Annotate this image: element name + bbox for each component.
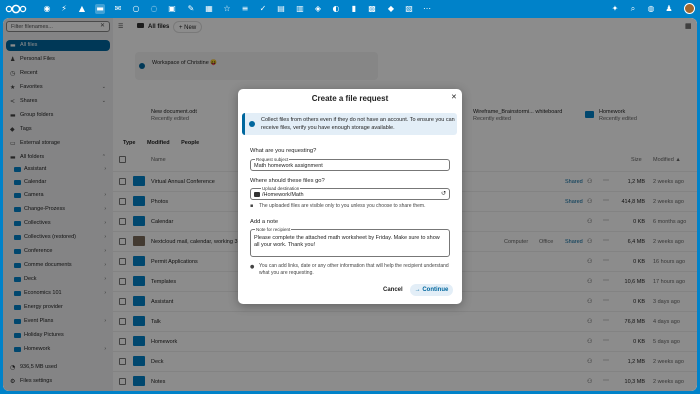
privacy-note: ▪ The uploaded files are visible only to… (250, 203, 426, 209)
upload-destination-label: Upload destination (261, 186, 301, 191)
files-icon[interactable]: ▬ (95, 4, 105, 14)
search-icon[interactable]: ⌕ (628, 4, 638, 14)
request-subject-value[interactable]: Math homework assignment (254, 163, 323, 170)
contacts-icon[interactable]: ▣ (167, 4, 177, 14)
lock-icon: ▪ (250, 203, 254, 209)
bookmarks-icon[interactable]: ▮ (349, 4, 359, 14)
info-box: Collect files from others even if they d… (242, 113, 457, 135)
request-subject-label: Request subject (255, 157, 290, 162)
maps-icon[interactable]: ◈ (313, 4, 323, 14)
cancel-button[interactable]: Cancel (383, 287, 403, 293)
forms-icon[interactable]: ▤ (276, 4, 286, 14)
request-subject-field[interactable]: Request subject Math homework assignment (250, 157, 450, 171)
info-text: Collect files from others even if they d… (261, 117, 455, 131)
question-note: Add a note (250, 219, 279, 225)
folder-icon (254, 192, 260, 197)
news-icon[interactable]: ◐ (331, 4, 341, 14)
star-app-icon[interactable]: ☆ (222, 4, 232, 14)
top-bar: ◉ ⚡ ▲ ▬ ✉ ○ ◌ ▣ ✎ ▦ ☆ ≡ ✓ ▤ ▥ ◈ ◐ ▮ ▩ ◆ … (0, 0, 700, 18)
refresh-icon[interactable]: ↺ (441, 190, 446, 197)
continue-button[interactable]: → Continue (410, 284, 453, 296)
list-icon[interactable]: ≡ (240, 4, 250, 14)
mail-icon[interactable]: ✉ (113, 4, 123, 14)
deck-icon[interactable]: ▥ (295, 4, 305, 14)
info-icon: ● (250, 264, 255, 270)
notes-icon[interactable]: ✎ (186, 4, 196, 14)
dialog-title: Create a file request (311, 94, 389, 103)
collectives-icon[interactable]: ▩ (367, 4, 377, 14)
analytics-icon[interactable]: ▧ (404, 4, 414, 14)
notifications-icon[interactable]: ◍ (646, 4, 656, 14)
assistant-icon[interactable]: ✦ (610, 4, 620, 14)
file-request-dialog: Create a file request ✕ Collect files fr… (238, 89, 462, 304)
search-app-icon[interactable]: ○ (131, 4, 141, 14)
note-value[interactable]: Please complete the attached math worksh… (254, 235, 446, 248)
activity-icon[interactable]: ⚡ (59, 4, 69, 14)
talk-icon[interactable]: ◌ (149, 4, 159, 14)
info-icon (249, 121, 255, 127)
hint-note: ● You can add links, date or any other i… (250, 263, 449, 276)
upload-destination-field[interactable]: Upload destination /Homework/Math ↺ (250, 186, 450, 200)
calendar-icon[interactable]: ▦ (204, 4, 214, 14)
user-avatar[interactable] (684, 3, 695, 14)
photos-icon[interactable]: ▲ (77, 4, 87, 14)
cospend-icon[interactable]: ◆ (386, 4, 396, 14)
question-requesting: What are you requesting? (250, 148, 317, 154)
more-apps-icon[interactable]: ⋯ (422, 4, 432, 14)
note-label: Note for recipient (255, 227, 292, 232)
question-destination: Where should these files go? (250, 178, 325, 184)
contacts-menu-icon[interactable]: ♟ (664, 4, 674, 14)
close-icon[interactable]: ✕ (451, 93, 457, 101)
nextcloud-logo[interactable] (5, 4, 27, 14)
dashboard-icon[interactable]: ◉ (42, 4, 52, 14)
note-field[interactable]: Note for recipient Please complete the a… (250, 227, 450, 257)
upload-destination-value[interactable]: /Homework/Math (262, 192, 304, 199)
tasks-icon[interactable]: ✓ (258, 4, 268, 14)
